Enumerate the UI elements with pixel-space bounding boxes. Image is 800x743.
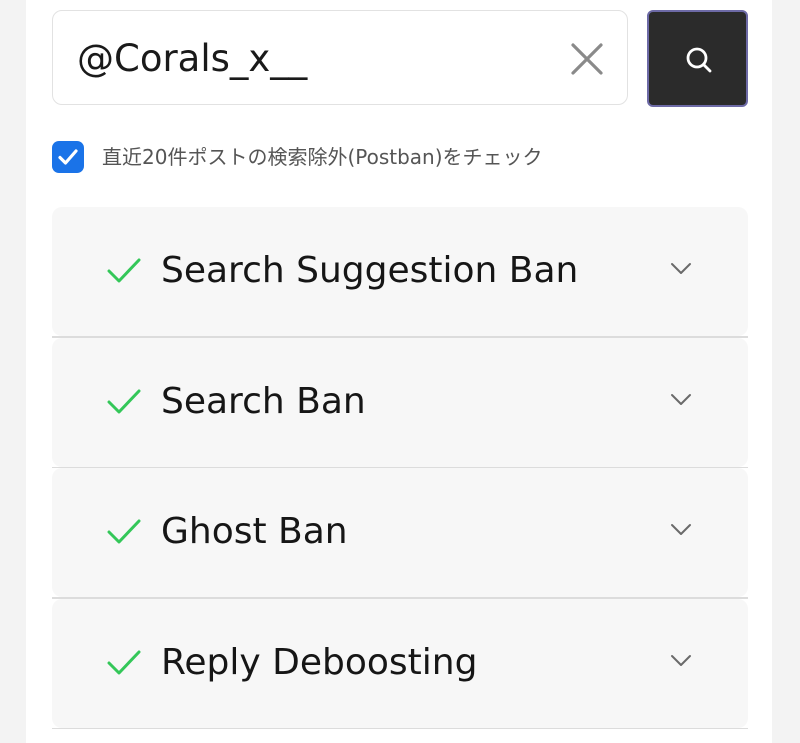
chevron-down-icon xyxy=(671,654,691,666)
result-title: Reply Deboosting xyxy=(161,641,478,683)
chevron-down-icon xyxy=(671,393,691,405)
result-search-ban[interactable]: Search Ban xyxy=(52,337,748,467)
check-icon xyxy=(107,389,141,413)
search-button[interactable] xyxy=(647,10,748,107)
close-icon[interactable] xyxy=(567,39,607,79)
chevron-down-icon xyxy=(671,263,691,274)
check-icon xyxy=(107,258,141,283)
check-icon xyxy=(107,519,141,544)
ban-results-list: Search Suggestion Ban Search Ban Ghost B… xyxy=(52,207,748,729)
search-box xyxy=(52,10,628,105)
result-reply-deboosting[interactable]: Reply Deboosting xyxy=(52,598,748,728)
result-title: Search Ban xyxy=(161,380,366,422)
result-title: Search Suggestion Ban xyxy=(161,250,579,291)
checkmark-icon xyxy=(58,149,78,165)
postban-checkbox[interactable] xyxy=(52,141,84,173)
result-title: Ghost Ban xyxy=(161,511,348,552)
search-bar xyxy=(52,10,748,107)
search-icon xyxy=(686,47,712,73)
search-input[interactable] xyxy=(77,31,547,85)
chevron-down-icon xyxy=(671,524,691,535)
divider xyxy=(52,727,748,729)
result-ghost-ban[interactable]: Ghost Ban xyxy=(52,468,748,597)
postban-checkbox-label[interactable]: 直近20件ポストの検索除外(Postban)をチェック xyxy=(102,143,543,171)
result-search-suggestion-ban[interactable]: Search Suggestion Ban xyxy=(52,207,748,336)
check-icon xyxy=(107,650,141,674)
